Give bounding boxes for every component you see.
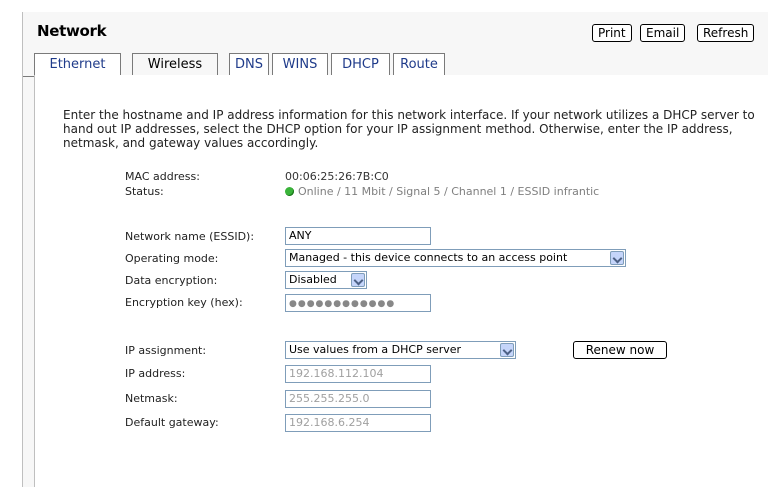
email-button[interactable]: Email <box>640 24 686 42</box>
status-value: Online / 11 Mbit / Signal 5 / Channel 1 … <box>298 185 600 198</box>
status-label: Status: <box>125 185 164 198</box>
default-gateway-input[interactable]: 192.168.6.254 <box>285 414 431 432</box>
mode-label: Operating mode: <box>125 252 219 265</box>
mac-label: MAC address: <box>125 170 200 183</box>
encryption-label: Data encryption: <box>125 274 218 287</box>
encryption-key-masked: ●●●●●●●●●●●● <box>289 299 396 309</box>
status-line: Online / 11 Mbit / Signal 5 / Channel 1 … <box>285 185 599 198</box>
refresh-button[interactable]: Refresh <box>697 24 755 42</box>
status-online-icon <box>285 187 294 196</box>
tab-dhcp[interactable]: DHCP <box>331 53 390 75</box>
data-encryption-select[interactable]: Disabled <box>285 271 367 289</box>
tab-ethernet[interactable]: Ethernet <box>34 53 121 75</box>
intro-text: Enter the hostname and IP address inform… <box>63 108 755 150</box>
tab-dns[interactable]: DNS <box>229 53 269 75</box>
chevron-down-icon[interactable] <box>500 343 514 357</box>
essid-label: Network name (ESSID): <box>125 230 255 243</box>
renew-now-button[interactable]: Renew now <box>573 341 667 359</box>
encryption-key-input[interactable]: ●●●●●●●●●●●● <box>285 294 431 312</box>
tab-bar: Ethernet Wireless DNS WINS DHCP Route <box>23 53 768 77</box>
essid-input[interactable]: ANY <box>285 227 431 245</box>
netmask-input[interactable]: 255.255.255.0 <box>285 390 431 408</box>
ip-address-label: IP address: <box>125 367 186 380</box>
netmask-label: Netmask: <box>125 392 178 405</box>
wireless-settings: Enter the hostname and IP address inform… <box>34 75 768 487</box>
operating-mode-value: Managed - this device connects to an acc… <box>289 251 568 264</box>
ip-assignment-value: Use values from a DHCP server <box>289 343 462 356</box>
network-panel: Network Print Email Refresh Ethernet Wir… <box>22 12 768 487</box>
tab-wins[interactable]: WINS <box>272 53 328 75</box>
gateway-label: Default gateway: <box>125 416 219 429</box>
chevron-down-icon[interactable] <box>351 273 365 287</box>
tab-route[interactable]: Route <box>393 53 445 75</box>
chevron-down-icon[interactable] <box>610 251 624 265</box>
ip-assignment-select[interactable]: Use values from a DHCP server <box>285 341 516 359</box>
tab-wireless[interactable]: Wireless <box>132 53 218 77</box>
print-button[interactable]: Print <box>592 24 632 42</box>
mac-value: 00:06:25:26:7B:C0 <box>285 170 389 183</box>
key-label: Encryption key (hex): <box>125 296 243 309</box>
operating-mode-select[interactable]: Managed - this device connects to an acc… <box>285 249 626 267</box>
data-encryption-value: Disabled <box>289 273 337 286</box>
page-title: Network <box>37 22 107 40</box>
ip-address-input[interactable]: 192.168.112.104 <box>285 365 431 383</box>
ip-assignment-label: IP assignment: <box>125 344 207 357</box>
